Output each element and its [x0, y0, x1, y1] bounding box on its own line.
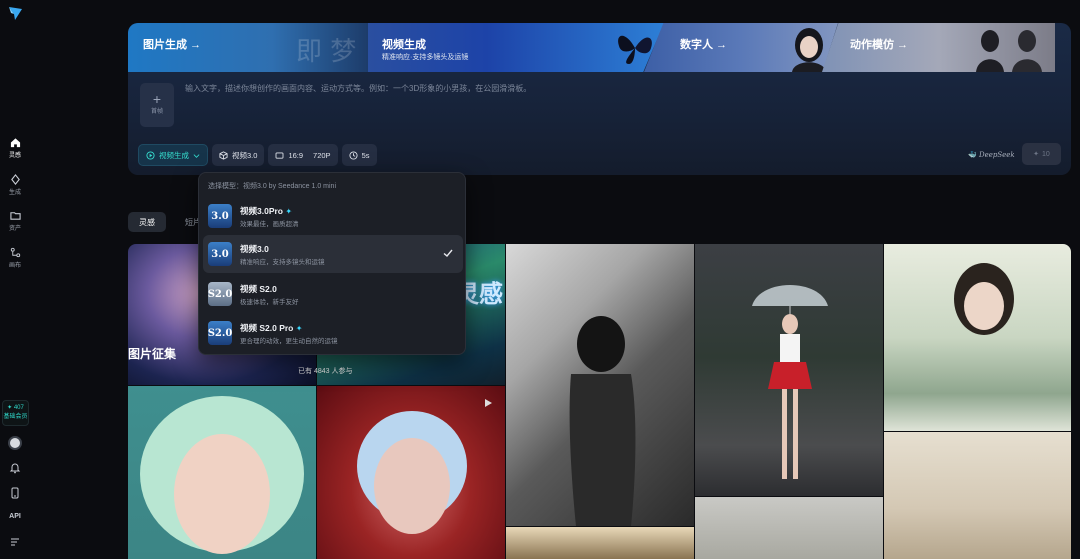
model-option-video-s2[interactable]: S2.0 视频 S2.0 极速体验，新手友好	[203, 275, 463, 313]
duration-select[interactable]: 5s	[341, 144, 377, 166]
model-desc: 极速体验，新手友好	[240, 299, 299, 306]
model-thumbnail: S2.0	[208, 282, 232, 306]
gallery-card-clocktower[interactable]	[506, 527, 694, 559]
sidebar-item-assets[interactable]: 资产	[0, 210, 30, 232]
gallery-card-desert[interactable]	[884, 432, 1071, 559]
deepseek-icon: 🐳	[968, 151, 977, 159]
model-label: 视频3.0	[232, 150, 258, 160]
model-option-video-3-pro[interactable]: 3.0 视频3.0Pro ✦ 效果最佳，画质超清	[203, 197, 463, 235]
umbrella-girl-figure	[752, 285, 828, 479]
gallery-card-boy[interactable]	[695, 497, 883, 559]
home-icon	[10, 138, 20, 148]
upload-label: 首帧	[150, 109, 163, 115]
tab-label: 视频生成	[382, 39, 426, 51]
model-name: 视频3.0Pro ✦	[240, 206, 293, 216]
sidebar-item-inspiration[interactable]: 灵感	[0, 137, 30, 159]
membership-label: 基础会员	[3, 414, 28, 420]
api-link[interactable]: API	[0, 513, 30, 520]
portrait-figure	[954, 263, 1014, 335]
feature-banner: 图片生成 → 即 梦 视频生成 精准响应·支持多镜头及运镜 数字人 → 动作模仿…	[128, 23, 1071, 72]
banner-decor-text: 即 梦	[296, 37, 357, 67]
sidebar: 灵感 生成 资产 画布 ✦ 407 基础会员 API	[0, 0, 30, 559]
model-thumbnail: S2.0	[208, 321, 232, 345]
green-hair-figure	[140, 396, 304, 554]
sidebar-item-label: 画布	[8, 263, 21, 269]
tab-label: 图片生成 →	[143, 39, 202, 51]
tab-motion-mimic[interactable]: 动作模仿 →	[822, 23, 1055, 72]
play-icon[interactable]	[483, 398, 493, 408]
tab-inspiration[interactable]: 灵感	[128, 212, 166, 232]
figure-silhouette	[569, 316, 636, 526]
dropdown-header: 选择模型：视频3.0 by Seedance 1.0 mini	[208, 183, 336, 190]
model-desc: 精准响应，支持多镜头和运镜	[240, 259, 325, 266]
mode-select[interactable]: 视频生成	[138, 144, 208, 166]
ratio-label: 16:9	[288, 150, 304, 160]
sidebar-item-label: 生成	[8, 190, 21, 196]
model-desc: 更合理的动效，更生动自然的运镜	[240, 338, 338, 345]
model-option-video-s2-pro[interactable]: S2.0 视频 S2.0 Pro ✦ 更合理的动效，更生动自然的运镜	[203, 314, 463, 352]
star-icon: ✦	[285, 207, 293, 216]
model-name: 视频 S2.0	[240, 284, 277, 294]
sidebar-item-label: 资产	[8, 226, 21, 232]
model-dropdown: 选择模型：视频3.0 by Seedance 1.0 mini 3.0 视频3.…	[198, 172, 466, 355]
folder-icon	[9, 212, 21, 220]
first-frame-upload[interactable]: + 首帧	[140, 83, 174, 127]
check-icon	[443, 249, 453, 257]
aspect-resolution-select[interactable]: 16:9 720P	[268, 144, 338, 166]
tab-label: 动作模仿 →	[850, 39, 909, 51]
video-generate-icon	[146, 150, 155, 160]
chevron-down-icon	[193, 153, 200, 158]
model-desc: 效果最佳，画质超清	[240, 221, 299, 228]
gallery-card-blue-hair[interactable]	[317, 386, 505, 559]
tab-subtitle: 精准响应·支持多镜头及运镜	[382, 54, 469, 61]
clock-icon	[349, 150, 358, 160]
deepseek-toggle[interactable]: 🐳 DeepSeek	[968, 151, 1015, 159]
credits-count: ✦ 407	[7, 405, 24, 411]
generate-button[interactable]: ✦ 10	[1022, 143, 1061, 165]
sparkle-icon	[10, 174, 20, 185]
cube-icon	[219, 150, 228, 160]
sidebar-item-generate[interactable]: 生成	[0, 174, 30, 196]
star-icon: ✦	[295, 324, 303, 333]
menu-icon[interactable]	[9, 536, 21, 548]
generation-toolbar: 视频生成 视频3.0 16:9 720P 5s	[138, 144, 377, 166]
card-title: 图片征集	[128, 347, 177, 361]
app-logo-icon[interactable]	[7, 5, 23, 21]
deepseek-label: DeepSeek	[978, 151, 1015, 159]
gallery-card-green-hair[interactable]	[128, 386, 316, 559]
resolution-label: 720P	[313, 150, 331, 160]
avatar[interactable]	[8, 436, 22, 450]
model-thumbnail: 3.0	[208, 204, 232, 228]
sparkle-icon: ✦	[1033, 151, 1040, 158]
plus-icon: +	[152, 91, 162, 107]
duration-label: 5s	[361, 150, 370, 160]
blue-hair-figure	[357, 411, 467, 534]
sidebar-item-label: 灵感	[8, 153, 21, 159]
sidebar-item-canvas[interactable]: 画布	[0, 247, 30, 269]
model-option-video-3[interactable]: 3.0 视频3.0 精准响应，支持多镜头和运镜	[203, 235, 463, 273]
model-thumbnail: 3.0	[208, 242, 232, 266]
tab-video-generation[interactable]: 视频生成 精准响应·支持多镜头及运镜	[368, 23, 664, 72]
bell-icon[interactable]	[9, 462, 21, 474]
tab-label: 数字人 →	[680, 39, 728, 51]
gallery-card-woman-shadow[interactable]	[506, 244, 694, 526]
tab-image-generation[interactable]: 图片生成 → 即 梦	[128, 23, 368, 72]
phone-icon[interactable]	[9, 487, 21, 499]
gallery-card-vintage-portrait[interactable]	[884, 244, 1071, 431]
tab-digital-human[interactable]: 数字人 →	[644, 23, 838, 72]
card-participants: 已有 4843 人参与	[298, 368, 353, 375]
gallery-card-umbrella-girl[interactable]	[695, 244, 883, 496]
credits-badge[interactable]: ✦ 407 基础会员	[2, 400, 29, 426]
model-select[interactable]: 视频3.0	[212, 144, 265, 166]
aspect-ratio-icon	[276, 151, 284, 159]
generate-cost: 10	[1042, 150, 1050, 158]
generation-panel: 图片生成 → 即 梦 视频生成 精准响应·支持多镜头及运镜 数字人 → 动作模仿…	[128, 23, 1071, 175]
dancers-icon	[976, 30, 1042, 72]
mode-label: 视频生成	[159, 150, 189, 160]
model-name: 视频 S2.0 Pro ✦	[240, 323, 303, 333]
model-name: 视频3.0	[240, 244, 269, 254]
canvas-icon	[10, 247, 20, 258]
prompt-input[interactable]: 输入文字，描述你想创作的画面内容、运动方式等。例如：一个3D形象的小男孩，在公园…	[185, 83, 531, 94]
